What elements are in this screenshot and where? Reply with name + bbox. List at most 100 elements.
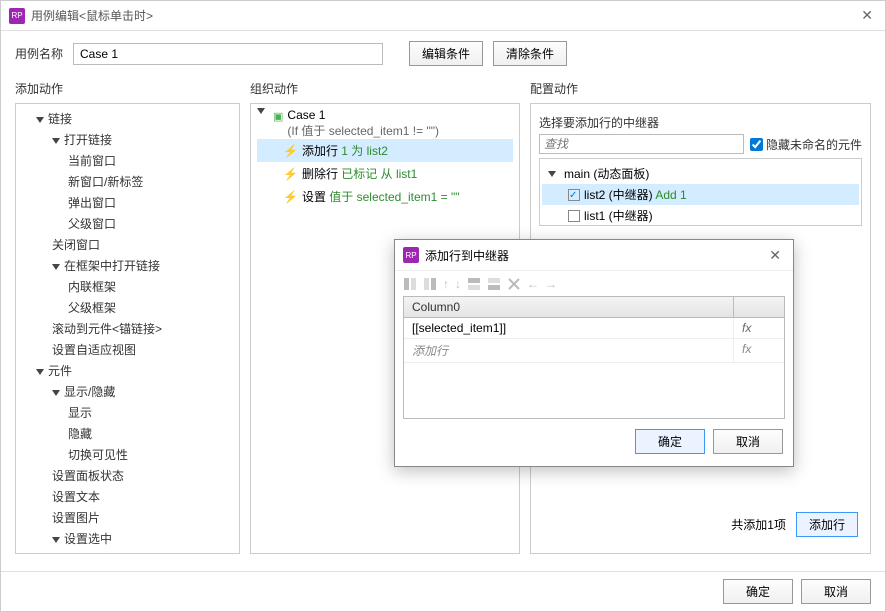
summary-row: 共添加1项 添加行 <box>539 504 862 547</box>
tree-widgets[interactable]: 元件 <box>18 360 237 381</box>
action-label: 添加行 1 为 list2 <box>302 142 388 159</box>
action-label: 设置 值于 selected_item1 = "" <box>302 188 460 205</box>
tree-selected[interactable]: 选中 <box>18 549 237 554</box>
fx-button[interactable]: fx <box>734 318 784 338</box>
tree-adaptive[interactable]: 设置自适应视图 <box>18 339 237 360</box>
search-input[interactable] <box>539 134 744 154</box>
add-row-below-icon[interactable] <box>487 277 501 291</box>
grid-row[interactable]: [[selected_item1]] fx <box>404 318 784 339</box>
chevron-down-icon <box>548 171 556 177</box>
chevron-down-icon <box>36 369 44 375</box>
arrow-left-icon[interactable]: ← <box>527 277 539 291</box>
rt-list2[interactable]: list2 (中继器) Add 1 <box>542 184 859 205</box>
rt-main[interactable]: main (动态面板) <box>542 163 859 184</box>
tree-popup[interactable]: 弹出窗口 <box>18 192 237 213</box>
action-add-row[interactable]: ⚡ 添加行 1 为 list2 <box>257 139 513 162</box>
add-row-above-icon[interactable] <box>467 277 481 291</box>
col-header-org: 组织动作 <box>250 76 520 103</box>
tree-toggle[interactable]: 切换可见性 <box>18 444 237 465</box>
grid-row-add[interactable]: 添加行 fx <box>404 339 784 363</box>
tree-scroll-anchor[interactable]: 滚动到元件<锚链接> <box>18 318 237 339</box>
tree-show-hide[interactable]: 显示/隐藏 <box>18 381 237 402</box>
add-rows-dialog: RP 添加行到中继器 ✕ ↑ ↓ ← → Column0 [[selected_… <box>394 239 794 467</box>
case-condition: (If 值于 selected_item1 != "") <box>287 124 439 138</box>
checkbox-icon[interactable] <box>568 210 580 222</box>
fx-button[interactable]: fx <box>734 339 784 362</box>
col-header-fx <box>734 297 784 317</box>
close-icon[interactable]: ✕ <box>857 7 877 24</box>
col-header-add: 添加动作 <box>15 76 240 103</box>
edit-condition-button[interactable]: 编辑条件 <box>409 41 483 66</box>
tree-parent-frame[interactable]: 父级框架 <box>18 297 237 318</box>
bolt-icon: ⚡ <box>283 144 298 158</box>
tree-inline-frame[interactable]: 内联框架 <box>18 276 237 297</box>
case-icon: ▣ <box>273 110 283 123</box>
titlebar: RP 用例编辑<鼠标单击时> ✕ <box>1 1 885 31</box>
action-set-value[interactable]: ⚡ 设置 值于 selected_item1 = "" <box>257 185 513 208</box>
tree-new-win[interactable]: 新窗口/新标签 <box>18 171 237 192</box>
action-label: 删除行 已标记 从 list1 <box>302 165 417 182</box>
hide-unnamed-input[interactable] <box>750 138 763 151</box>
arrow-right-icon[interactable]: → <box>545 277 557 291</box>
action-delete-row[interactable]: ⚡ 删除行 已标记 从 list1 <box>257 162 513 185</box>
col-header-cfg: 配置动作 <box>530 76 871 103</box>
cancel-button[interactable]: 取消 <box>801 579 871 604</box>
arrow-up-icon[interactable]: ↑ <box>443 277 449 291</box>
chevron-down-icon <box>52 264 60 270</box>
modal-toolbar: ↑ ↓ ← → <box>395 270 793 296</box>
action-tree-panel: 链接 打开链接 当前窗口 新窗口/新标签 弹出窗口 父级窗口 关闭窗口 在框架中… <box>15 103 240 554</box>
tree-hide[interactable]: 隐藏 <box>18 423 237 444</box>
modal-titlebar: RP 添加行到中继器 ✕ <box>395 240 793 270</box>
app-icon: RP <box>9 8 25 24</box>
add-col-left-icon[interactable] <box>403 277 417 291</box>
hide-unnamed-checkbox[interactable]: 隐藏未命名的元件 <box>750 136 862 153</box>
ok-button[interactable]: 确定 <box>723 579 793 604</box>
action-tree: 链接 打开链接 当前窗口 新窗口/新标签 弹出窗口 父级窗口 关闭窗口 在框架中… <box>16 104 239 554</box>
grid-body: [[selected_item1]] fx 添加行 fx <box>404 318 784 418</box>
add-col-right-icon[interactable] <box>423 277 437 291</box>
repeater-tree: main (动态面板) list2 (中继器) Add 1 list1 (中继器… <box>539 158 862 226</box>
rows-grid: Column0 [[selected_item1]] fx 添加行 fx <box>403 296 785 419</box>
cell-value[interactable]: [[selected_item1]] <box>404 318 734 338</box>
rt-list1[interactable]: list1 (中继器) <box>542 205 859 226</box>
summary-text: 共添加1项 <box>731 516 786 533</box>
clear-condition-button[interactable]: 清除条件 <box>493 41 567 66</box>
checkbox-checked-icon[interactable] <box>568 189 580 201</box>
close-icon[interactable]: ✕ <box>765 247 785 264</box>
select-repeater-label: 选择要添加行的中继器 <box>539 110 862 134</box>
tree-set-text[interactable]: 设置文本 <box>18 486 237 507</box>
tree-links[interactable]: 链接 <box>18 108 237 129</box>
modal-cancel-button[interactable]: 取消 <box>713 429 783 454</box>
tree-parent-win[interactable]: 父级窗口 <box>18 213 237 234</box>
modal-title: 添加行到中继器 <box>425 247 509 264</box>
delete-icon[interactable] <box>507 277 521 291</box>
add-row-button[interactable]: 添加行 <box>796 512 858 537</box>
case-header[interactable]: ▣ Case 1 (If 值于 selected_item1 != "") <box>257 108 513 139</box>
tree-open-link[interactable]: 打开链接 <box>18 129 237 150</box>
chevron-down-icon <box>36 117 44 123</box>
modal-footer: 确定 取消 <box>395 419 793 466</box>
tree-show[interactable]: 显示 <box>18 402 237 423</box>
chevron-down-icon <box>52 138 60 144</box>
cell-add-row[interactable]: 添加行 <box>404 339 734 362</box>
arrow-down-icon[interactable]: ↓ <box>455 277 461 291</box>
chevron-down-icon <box>257 108 265 114</box>
col-header-0[interactable]: Column0 <box>404 297 734 317</box>
window-title: 用例编辑<鼠标单击时> <box>31 7 153 24</box>
bolt-icon: ⚡ <box>283 167 298 181</box>
grid-header: Column0 <box>404 297 784 318</box>
chevron-down-icon <box>52 390 60 396</box>
case-name-label: 用例名称 <box>15 45 63 62</box>
modal-ok-button[interactable]: 确定 <box>635 429 705 454</box>
tree-iframe[interactable]: 在框架中打开链接 <box>18 255 237 276</box>
tree-cur-win[interactable]: 当前窗口 <box>18 150 237 171</box>
chevron-down-icon <box>52 537 60 543</box>
tree-close-win[interactable]: 关闭窗口 <box>18 234 237 255</box>
tree-set-image[interactable]: 设置图片 <box>18 507 237 528</box>
app-icon: RP <box>403 247 419 263</box>
col-add-action: 添加动作 链接 打开链接 当前窗口 新窗口/新标签 弹出窗口 父级窗口 关闭窗口… <box>15 76 240 554</box>
tree-panel-state[interactable]: 设置面板状态 <box>18 465 237 486</box>
case-name-input[interactable] <box>73 43 383 65</box>
rt-list1-label: list1 (中继器) <box>584 207 653 224</box>
tree-set-selected[interactable]: 设置选中 <box>18 528 237 549</box>
